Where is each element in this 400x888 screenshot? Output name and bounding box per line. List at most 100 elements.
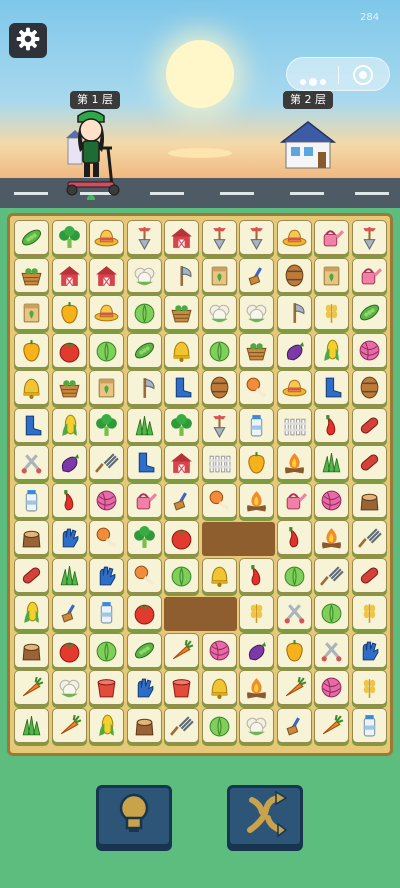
tile-barrel[interactable] — [201, 370, 237, 405]
tile-glove[interactable] — [351, 632, 387, 668]
tile-cabbage[interactable] — [89, 632, 124, 668]
tile-cauliflower[interactable] — [239, 707, 274, 743]
tile-pepper[interactable] — [14, 332, 49, 368]
tile-straw-hat[interactable] — [276, 370, 312, 405]
tile-tomato[interactable] — [51, 632, 87, 668]
tile-boot[interactable] — [14, 407, 49, 443]
tile-chili[interactable] — [314, 407, 349, 443]
tile-wheat[interactable] — [314, 295, 349, 330]
tile-carrot[interactable] — [14, 670, 49, 705]
tile-glove[interactable] — [51, 520, 87, 555]
tile-glove[interactable] — [89, 557, 124, 593]
tile-cabbage[interactable] — [201, 707, 237, 743]
tile-brush[interactable] — [164, 482, 199, 518]
tile-chili[interactable] — [51, 482, 87, 518]
tile-yarn[interactable] — [201, 632, 237, 668]
tile-yarn[interactable] — [89, 482, 124, 518]
tile-corn[interactable] — [314, 332, 349, 368]
tile-brush[interactable] — [239, 257, 274, 293]
tile-axe[interactable] — [276, 295, 312, 330]
tile-wheat[interactable] — [351, 595, 387, 630]
tile-sausage[interactable] — [351, 557, 387, 593]
tile-drumstick[interactable] — [126, 557, 162, 593]
tile-watering-can[interactable] — [351, 257, 387, 293]
tile-pitchfork[interactable] — [314, 557, 349, 593]
tile-stump[interactable] — [14, 520, 49, 555]
tile-pitchfork[interactable] — [164, 707, 199, 743]
tile-tomato[interactable] — [164, 520, 199, 555]
tile-straw-hat[interactable] — [89, 295, 124, 330]
tile-cabbage[interactable] — [201, 332, 237, 368]
tile-stump[interactable] — [126, 707, 162, 743]
tile-seed-bag[interactable] — [314, 257, 349, 293]
tile-boot[interactable] — [314, 370, 349, 405]
tile-shears[interactable] — [276, 595, 312, 630]
tile-sausage[interactable] — [351, 407, 387, 443]
tile-milk[interactable] — [351, 707, 387, 743]
tile-corn[interactable] — [89, 707, 124, 743]
tile-pea[interactable] — [14, 220, 49, 255]
tile-shears[interactable] — [314, 632, 349, 668]
tile-barrel[interactable] — [351, 370, 387, 405]
tile-barrel[interactable] — [276, 257, 312, 293]
tile-boot[interactable] — [126, 445, 162, 480]
tile-grass[interactable] — [14, 707, 49, 743]
tile-fence[interactable] — [276, 407, 312, 443]
tile-stump[interactable] — [351, 482, 387, 518]
tile-axe[interactable] — [164, 257, 199, 293]
tile-shovel[interactable] — [239, 220, 274, 255]
tile-grass[interactable] — [51, 557, 87, 593]
tile-broccoli[interactable] — [164, 407, 199, 443]
tile-watering-can[interactable] — [126, 482, 162, 518]
shuffle-button[interactable] — [227, 785, 303, 847]
tile-fence[interactable] — [201, 445, 237, 480]
tile-corn[interactable] — [14, 595, 49, 630]
tile-carrot[interactable] — [164, 632, 199, 668]
tile-pea[interactable] — [126, 632, 162, 668]
tile-cauliflower[interactable] — [126, 257, 162, 293]
tile-cabbage[interactable] — [314, 595, 349, 630]
tile-yarn[interactable] — [351, 332, 387, 368]
tile-straw-hat[interactable] — [89, 220, 124, 255]
tile-seed-bag[interactable] — [201, 257, 237, 293]
tile-campfire[interactable] — [239, 670, 274, 705]
tile-pea[interactable] — [126, 332, 162, 368]
tile-tomato[interactable] — [126, 595, 162, 630]
tile-straw-hat[interactable] — [276, 220, 312, 255]
tile-glove[interactable] — [126, 670, 162, 705]
tile-cabbage[interactable] — [276, 557, 312, 593]
tile-bell[interactable] — [201, 670, 237, 705]
tile-basket[interactable] — [239, 332, 274, 368]
tile-shovel[interactable] — [351, 220, 387, 255]
tile-pitchfork[interactable] — [89, 445, 124, 480]
tile-seed-bag[interactable] — [14, 295, 49, 330]
tile-barn[interactable] — [164, 445, 199, 480]
tile-barn[interactable] — [51, 257, 87, 293]
tile-pepper[interactable] — [239, 445, 274, 480]
tile-milk[interactable] — [239, 407, 274, 443]
tile-pepper[interactable] — [276, 632, 312, 668]
tile-cabbage[interactable] — [89, 332, 124, 368]
tile-bucket[interactable] — [164, 670, 199, 705]
tile-campfire[interactable] — [314, 520, 349, 555]
tile-milk[interactable] — [14, 482, 49, 518]
tile-sausage[interactable] — [351, 445, 387, 480]
tile-milk[interactable] — [89, 595, 124, 630]
tile-cauliflower[interactable] — [239, 295, 274, 330]
tile-shovel[interactable] — [201, 220, 237, 255]
tile-basket[interactable] — [14, 257, 49, 293]
tile-chili[interactable] — [276, 520, 312, 555]
tile-barn[interactable] — [89, 257, 124, 293]
tile-bucket[interactable] — [89, 670, 124, 705]
tile-corn[interactable] — [51, 407, 87, 443]
tile-eggplant[interactable] — [276, 332, 312, 368]
tile-barn[interactable] — [164, 220, 199, 255]
tile-broccoli[interactable] — [51, 220, 87, 255]
tile-grass[interactable] — [314, 445, 349, 480]
tile-chili[interactable] — [239, 557, 274, 593]
tile-bell[interactable] — [164, 332, 199, 368]
tile-watering-can[interactable] — [276, 482, 312, 518]
tile-boot[interactable] — [164, 370, 199, 405]
tile-shears[interactable] — [14, 445, 49, 480]
tile-yarn[interactable] — [314, 482, 349, 518]
